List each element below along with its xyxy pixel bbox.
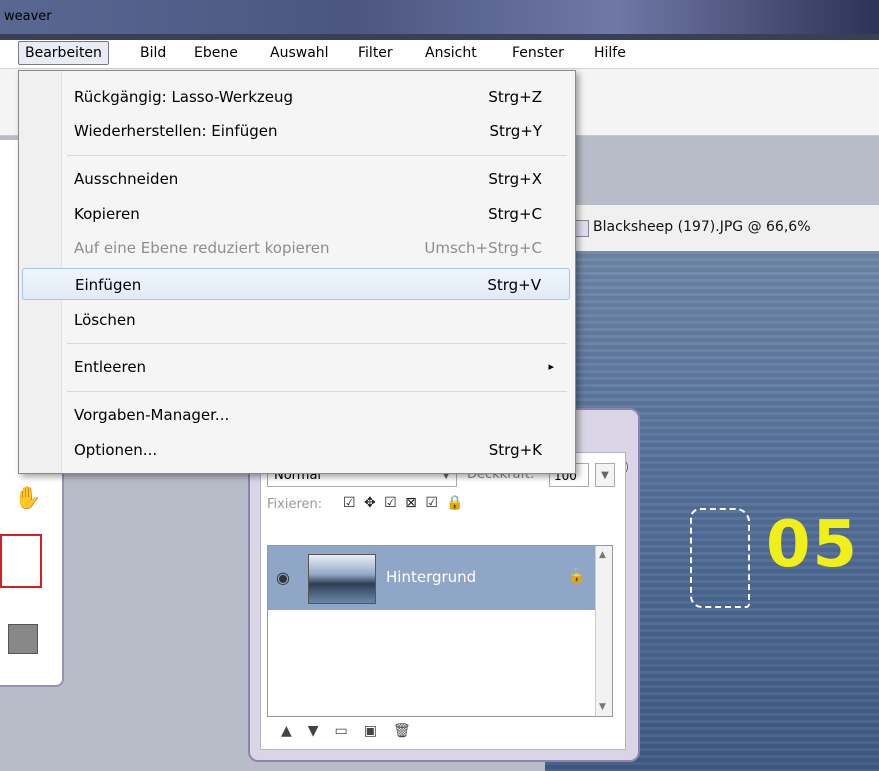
menu-item-label: Entleeren <box>74 358 147 376</box>
menu-item-label: Ausschneiden <box>74 170 179 188</box>
menu-filter[interactable]: Filter <box>352 40 399 66</box>
menu-item-undo[interactable]: Rückgängig: Lasso-Werkzeug Strg+Z <box>22 81 570 113</box>
menu-item-shortcut: Strg+Z <box>488 88 542 106</box>
menu-fenster[interactable]: Fenster <box>506 40 570 66</box>
menu-item-purge[interactable]: Entleeren ▸ <box>22 351 570 383</box>
opacity-dropdown-icon[interactable]: ▼ <box>595 463 615 487</box>
tool-preset-dropdown[interactable] <box>8 624 38 654</box>
menu-item-label: Wiederherstellen: Einfügen <box>74 122 278 140</box>
menu-hilfe[interactable]: Hilfe <box>588 40 632 66</box>
scroll-up-icon[interactable]: ▲ <box>599 550 606 560</box>
layer-row-hintergrund[interactable]: ◉ Hintergrund 🔒 <box>268 546 596 610</box>
menu-item-paste[interactable]: Einfügen Strg+V <box>22 268 570 300</box>
menu-item-label: Auf eine Ebene reduziert kopieren <box>74 239 330 257</box>
menu-item-delete[interactable]: Löschen <box>22 304 570 336</box>
menu-item-shortcut: Umsch+Strg+C <box>424 239 542 257</box>
menu-ansicht[interactable]: Ansicht <box>419 40 483 66</box>
menu-item-label: Löschen <box>74 311 136 329</box>
menu-separator <box>67 343 567 344</box>
layer-list-scrollbar[interactable]: ▲ ▼ <box>595 546 612 716</box>
visibility-eye-icon[interactable]: ◉ <box>276 568 290 587</box>
layers-panel-body: Normal ▼ Deckkraft: 100 ▼ Fixieren: ☑ ✥ … <box>260 452 626 750</box>
menu-item-label: Vorgaben-Manager... <box>74 406 230 424</box>
menu-item-preset-manager[interactable]: Vorgaben-Manager... <box>22 399 570 431</box>
lock-options[interactable]: ☑ ✥ ☑ ⊠ ☑ 🔒 <box>343 495 466 511</box>
menu-item-label: Einfügen <box>75 276 142 294</box>
menu-item-copy[interactable]: Kopieren Strg+C <box>22 198 570 230</box>
menu-bearbeiten[interactable]: Bearbeiten <box>18 41 109 65</box>
edit-menu-dropdown: Rückgängig: Lasso-Werkzeug Strg+Z Wieder… <box>18 70 576 474</box>
layer-lock-icon: 🔒 <box>568 568 586 584</box>
menu-item-shortcut: Strg+K <box>488 441 542 459</box>
menu-item-options[interactable]: Optionen... Strg+K <box>22 434 570 466</box>
menu-auswahl[interactable]: Auswahl <box>264 40 335 66</box>
menu-separator <box>67 391 567 392</box>
lock-label: Fixieren: <box>267 497 323 512</box>
app-title-bar: weaver <box>0 0 879 34</box>
menu-item-redo[interactable]: Wiederherstellen: Einfügen Strg+Y <box>22 115 570 147</box>
menu-item-shortcut: Strg+C <box>488 205 542 223</box>
menu-item-cut[interactable]: Ausschneiden Strg+X <box>22 163 570 195</box>
foreground-color-swatch[interactable] <box>0 534 42 588</box>
document-icon <box>575 220 589 237</box>
menu-separator <box>67 155 567 156</box>
document-title-bar[interactable]: Blacksheep (197).JPG @ 66,6% <box>545 205 879 252</box>
menu-bild[interactable]: Bild <box>134 40 172 66</box>
menu-ebene[interactable]: Ebene <box>188 40 244 66</box>
menu-item-copy-merged[interactable]: Auf eine Ebene reduziert kopieren Umsch+… <box>22 232 570 264</box>
scroll-down-icon[interactable]: ▼ <box>599 702 606 712</box>
lasso-selection[interactable] <box>690 508 750 608</box>
canvas-overlay-number: 05 <box>766 508 860 582</box>
menu-item-shortcut: Strg+V <box>487 276 541 294</box>
layer-thumbnail <box>308 554 376 604</box>
layer-footer-buttons[interactable]: ▲▼▭▣🗑 <box>281 723 427 739</box>
menu-item-label: Kopieren <box>74 205 140 223</box>
app-title: weaver <box>4 9 52 24</box>
document-title: Blacksheep (197).JPG @ 66,6% <box>593 219 811 235</box>
menu-item-shortcut: Strg+X <box>488 170 542 188</box>
menu-item-label: Optionen... <box>74 441 158 459</box>
hand-tool-icon[interactable]: ✋ <box>14 486 41 511</box>
submenu-arrow-icon: ▸ <box>548 360 554 373</box>
layer-name: Hintergrund <box>386 568 477 586</box>
layer-list: ◉ Hintergrund 🔒 ▲ ▼ <box>267 545 613 717</box>
menu-item-shortcut: Strg+Y <box>489 122 542 140</box>
menu-bar: Bearbeiten Bild Ebene Auswahl Filter Ans… <box>0 40 879 69</box>
menu-item-label: Rückgängig: Lasso-Werkzeug <box>74 88 294 106</box>
